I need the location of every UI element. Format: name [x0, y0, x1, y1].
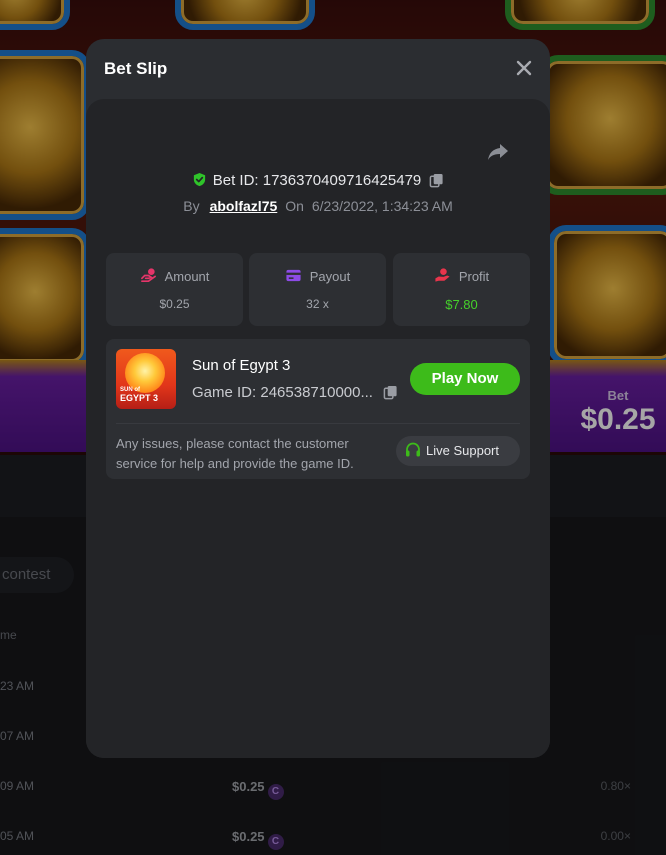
help-text: Any issues, please contact the customer … [116, 436, 354, 471]
profit-hand-icon [435, 268, 450, 282]
game-thumbnail[interactable]: SUN of EGYPT 3 [116, 349, 176, 409]
verified-shield-icon [192, 172, 207, 191]
username-link[interactable]: abolfazl75 [210, 198, 278, 214]
bet-id-value: 1736370409716425479 [262, 172, 422, 189]
divider [116, 423, 520, 424]
headset-icon [406, 442, 420, 457]
amount-icon [140, 268, 156, 283]
bet-slip-modal: Bet Slip Bet ID: 1736370409716425479 By … [86, 39, 550, 758]
by-label: By [183, 198, 200, 214]
profit-stat: Profit $7.80 [393, 253, 530, 326]
amount-label: Amount [164, 269, 210, 284]
game-id-label: Game ID: [192, 384, 257, 401]
payout-value: 32 x [306, 297, 329, 311]
bet-datetime: 6/23/2022, 1:34:23 AM [311, 198, 453, 214]
amount-stat: Amount $0.25 [106, 253, 243, 326]
payout-label: Payout [309, 269, 351, 284]
payout-card-icon [286, 269, 301, 282]
close-button[interactable] [514, 58, 534, 78]
copy-icon [429, 173, 443, 188]
modal-title: Bet Slip [104, 59, 168, 78]
copy-game-id-button[interactable] [383, 385, 398, 404]
bet-slip-panel: Bet ID: 1736370409716425479 By abolfazl75… [86, 99, 550, 758]
on-label: On [285, 198, 304, 214]
modal-header: Bet Slip [86, 39, 550, 99]
bet-id-label: Bet ID: [212, 172, 259, 189]
payout-stat: Payout 32 x [249, 253, 386, 326]
share-button[interactable] [486, 139, 510, 163]
share-icon [488, 144, 508, 160]
bet-id-row: Bet ID: 1736370409716425479 [86, 172, 550, 192]
profit-value: $7.80 [445, 297, 478, 312]
amount-value: $0.25 [159, 297, 190, 311]
profit-label: Profit [458, 269, 490, 284]
copy-icon [383, 385, 397, 400]
live-support-button[interactable]: Live Support [396, 436, 520, 466]
bet-meta-row: By abolfazl75 On 6/23/2022, 1:34:23 AM [86, 198, 550, 214]
live-support-label: Live Support [426, 443, 499, 458]
play-now-button[interactable]: Play Now [410, 363, 520, 395]
game-name: Sun of Egypt 3 [192, 357, 291, 374]
game-id-row: Game ID: 246538710000... [192, 384, 398, 404]
close-icon [516, 60, 532, 76]
game-card: SUN of EGYPT 3 Sun of Egypt 3 Game ID: 2… [106, 339, 530, 479]
bet-stats: Amount $0.25 Payout 32 x Profit $7.80 [106, 253, 530, 326]
game-id-value: 246538710000... [260, 384, 373, 401]
copy-bet-id-button[interactable] [429, 173, 444, 192]
thumb-title-line: EGYPT 3 [120, 393, 159, 403]
